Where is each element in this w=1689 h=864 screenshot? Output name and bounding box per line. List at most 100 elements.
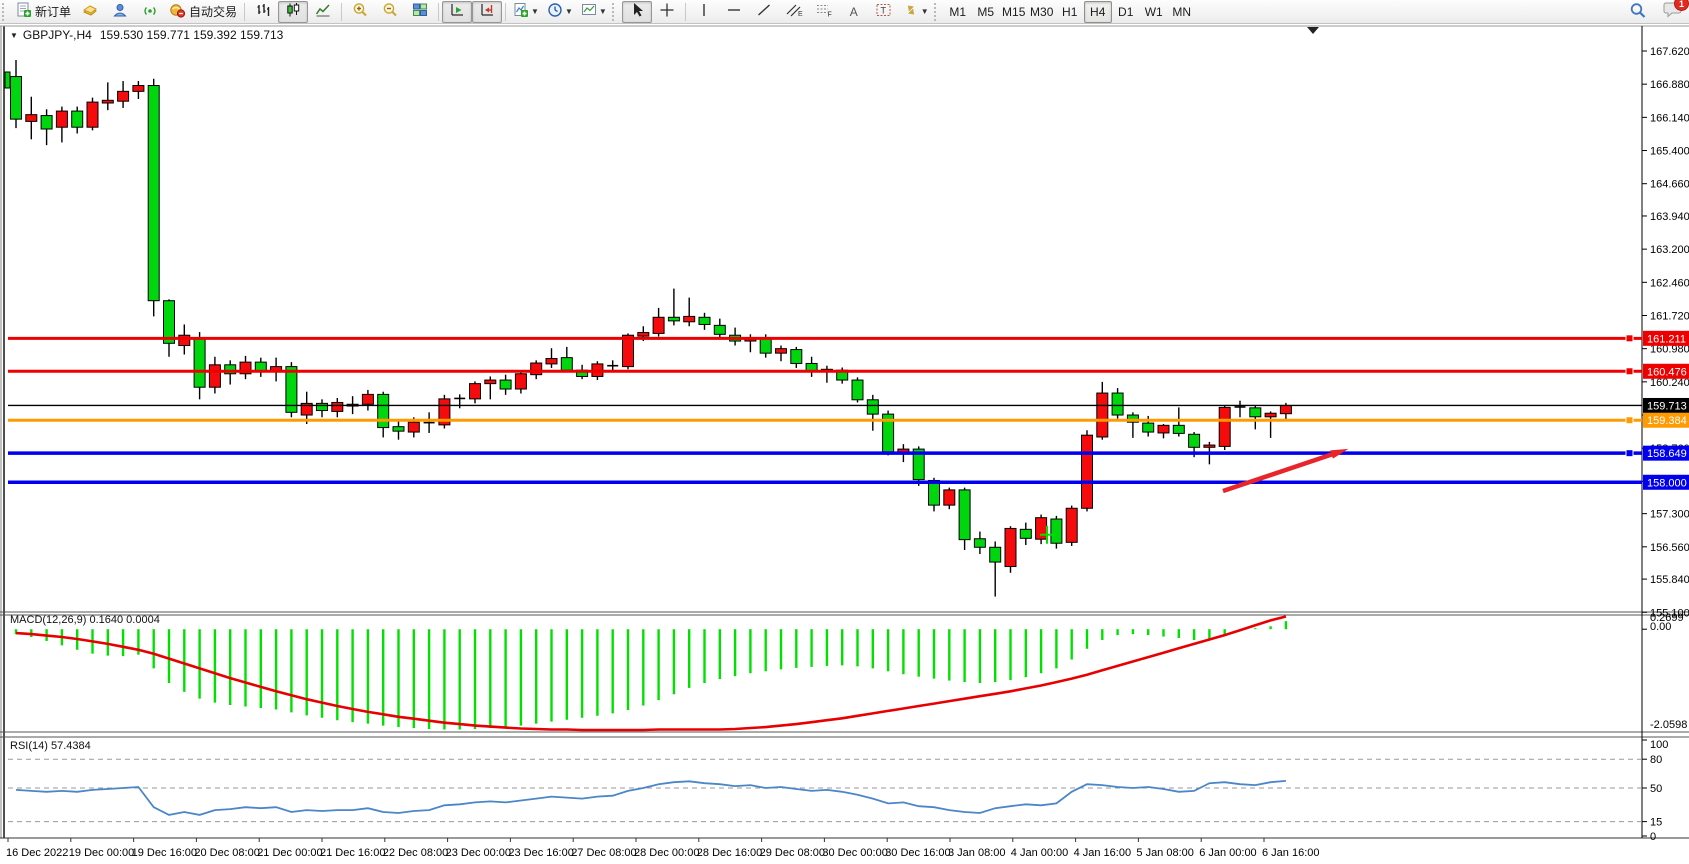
line-handle bbox=[1626, 417, 1633, 424]
price-tick-label: 166.140 bbox=[1650, 112, 1689, 124]
line-handle bbox=[1626, 450, 1633, 457]
toolbar-separator bbox=[685, 3, 686, 21]
time-tick-label: 5 Jan 08:00 bbox=[1136, 847, 1194, 859]
notifications-button[interactable]: 1 bbox=[1663, 0, 1683, 23]
rsi-pane: 1008050150 bbox=[8, 739, 1668, 843]
zoom-in-button[interactable] bbox=[345, 1, 375, 23]
price-tick-label: 167.620 bbox=[1650, 46, 1689, 58]
vertical-line-icon bbox=[698, 2, 710, 21]
add-indicator-icon bbox=[513, 2, 529, 21]
tile-windows-button[interactable] bbox=[405, 1, 435, 23]
time-tick-label: 23 Dec 16:00 bbox=[508, 847, 573, 859]
price-level-lines[interactable]: 161.211160.476159.713159.384158.649158.0… bbox=[8, 331, 1689, 490]
timeframe-button-MN[interactable]: MN bbox=[1168, 1, 1196, 23]
fibonacci-tool-button[interactable]: F bbox=[809, 1, 839, 23]
price-level-label: 159.713 bbox=[1647, 400, 1687, 412]
zoom-out-icon bbox=[382, 2, 399, 21]
rsi-scale-label: 0 bbox=[1650, 831, 1656, 843]
timeframe-button-H1[interactable]: H1 bbox=[1056, 1, 1084, 23]
cursor-button[interactable] bbox=[622, 1, 652, 23]
toolbar-grip[interactable] bbox=[934, 3, 941, 21]
chart-frame bbox=[0, 26, 1689, 838]
tile-windows-icon bbox=[412, 2, 428, 21]
signal-waves-icon bbox=[142, 2, 158, 21]
crosshair-icon bbox=[659, 2, 675, 21]
price-tick-label: 162.460 bbox=[1650, 277, 1689, 289]
text-label-tool-button[interactable]: T bbox=[869, 1, 899, 23]
time-tick-label: 3 Jan 08:00 bbox=[948, 847, 1006, 859]
chart-shift-marker[interactable] bbox=[1307, 27, 1319, 34]
timeframe-button-M15[interactable]: M15 bbox=[1000, 1, 1028, 23]
autotrading-icon bbox=[169, 2, 186, 21]
new-order-button[interactable]: 新订单 bbox=[12, 1, 75, 23]
search-button[interactable] bbox=[1623, 1, 1653, 23]
rsi-scale-label: 100 bbox=[1650, 739, 1668, 751]
candlestick-chart-button[interactable] bbox=[278, 1, 308, 23]
time-tick-label: 16 Dec 2022 bbox=[6, 847, 68, 859]
rsi-indicator-label: RSI(14) 57.4384 bbox=[10, 740, 91, 752]
timeframe-button-D1[interactable]: D1 bbox=[1112, 1, 1140, 23]
time-tick-label: 27 Dec 08:00 bbox=[571, 847, 636, 859]
metaeditor-button[interactable] bbox=[75, 1, 105, 23]
toolbar-grip[interactable] bbox=[2, 3, 9, 21]
macd-pane: 0.26990.00-2.0598 bbox=[16, 612, 1687, 731]
equidistant-channel-button[interactable]: E bbox=[779, 1, 809, 23]
price-tick-label: 156.560 bbox=[1650, 542, 1689, 554]
macd-signal-line bbox=[16, 617, 1286, 731]
autotrading-button[interactable]: 自动交易 bbox=[165, 1, 241, 23]
timeframe-button-M1[interactable]: M1 bbox=[944, 1, 972, 23]
toolbar-separator bbox=[438, 3, 439, 21]
timeframe-button-M5[interactable]: M5 bbox=[972, 1, 1000, 23]
trendline-tool-button[interactable] bbox=[749, 1, 779, 23]
zoom-out-button[interactable] bbox=[375, 1, 405, 23]
horizontal-line-icon bbox=[726, 2, 742, 21]
time-axis[interactable]: 16 Dec 202219 Dec 00:0019 Dec 16:0020 De… bbox=[6, 838, 1320, 859]
trendline-icon bbox=[756, 2, 772, 21]
dropdown-caret-icon: ▼ bbox=[921, 8, 929, 16]
text-label-icon: T bbox=[875, 2, 893, 21]
community-button[interactable] bbox=[105, 1, 135, 23]
candlestick-icon bbox=[285, 2, 301, 21]
rsi-scale-label: 50 bbox=[1650, 783, 1662, 795]
rsi-line bbox=[16, 781, 1286, 815]
price-level-label: 161.211 bbox=[1647, 333, 1686, 345]
toolbar-grip[interactable] bbox=[612, 3, 619, 21]
toolbar-right-group: 1 bbox=[1623, 0, 1683, 23]
price-tick-label: 157.300 bbox=[1650, 509, 1689, 521]
ohlc-values-label: 159.530 159.771 159.392 159.713 bbox=[100, 28, 284, 42]
chart-canvas[interactable]: 167.620166.880166.140165.400164.660163.9… bbox=[0, 24, 1689, 864]
text-tool-button[interactable]: A bbox=[839, 1, 869, 23]
chart-shift-icon bbox=[479, 2, 495, 21]
signals-button[interactable] bbox=[135, 1, 165, 23]
bar-chart-button[interactable] bbox=[248, 1, 278, 23]
periods-button[interactable]: ▼ bbox=[543, 1, 577, 23]
templates-button[interactable]: ▼ bbox=[577, 1, 611, 23]
line-handle bbox=[1626, 335, 1633, 342]
chart-title-overlay[interactable]: ▼ GBPJPY-,H4 159.530 159.771 159.392 159… bbox=[10, 28, 283, 42]
arrows-tool-button[interactable]: ▼ bbox=[899, 1, 933, 23]
time-tick-label: 6 Jan 16:00 bbox=[1262, 847, 1320, 859]
chart-shift-button[interactable] bbox=[472, 1, 502, 23]
time-tick-label: 30 Dec 16:00 bbox=[885, 847, 950, 859]
line-chart-button[interactable] bbox=[308, 1, 338, 23]
rsi-scale-label: 80 bbox=[1650, 754, 1662, 766]
time-tick-label: 21 Dec 16:00 bbox=[320, 847, 385, 859]
time-tick-label: 29 Dec 08:00 bbox=[760, 847, 825, 859]
time-tick-label: 28 Dec 16:00 bbox=[697, 847, 762, 859]
indicators-button[interactable]: ▼ bbox=[509, 1, 543, 23]
timeframe-button-M30[interactable]: M30 bbox=[1028, 1, 1056, 23]
vertical-line-tool-button[interactable] bbox=[689, 1, 719, 23]
community-person-icon bbox=[112, 2, 128, 21]
dropdown-caret-icon: ▼ bbox=[531, 8, 539, 16]
timeframe-button-W1[interactable]: W1 bbox=[1140, 1, 1168, 23]
price-tick-label: 161.720 bbox=[1650, 310, 1689, 322]
arrows-icon bbox=[903, 2, 919, 21]
crosshair-button[interactable] bbox=[652, 1, 682, 23]
auto-scroll-button[interactable] bbox=[442, 1, 472, 23]
horizontal-line-tool-button[interactable] bbox=[719, 1, 749, 23]
trend-arrow-line bbox=[1223, 452, 1339, 491]
timeframe-button-H4[interactable]: H4 bbox=[1084, 1, 1112, 23]
collapse-triangle-icon[interactable]: ▼ bbox=[10, 31, 18, 40]
price-level-label: 158.000 bbox=[1647, 477, 1687, 489]
toolbar-separator bbox=[505, 3, 506, 21]
